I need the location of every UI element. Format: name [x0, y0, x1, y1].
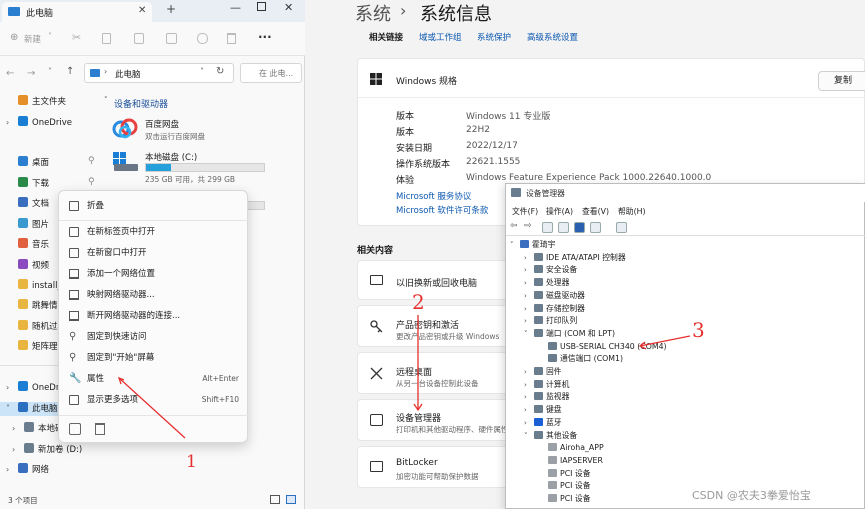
annotation-number-3: 3: [692, 318, 705, 342]
annotation-arrow-3: [639, 335, 691, 347]
annotation-arrow-1: [118, 377, 186, 439]
annotation-number-1: 1: [186, 452, 197, 472]
watermark: CSDN @农夫3拳爱怡宝: [692, 489, 811, 502]
annotation-number-2: 2: [412, 290, 425, 314]
annotation-layer: [117, 315, 691, 439]
